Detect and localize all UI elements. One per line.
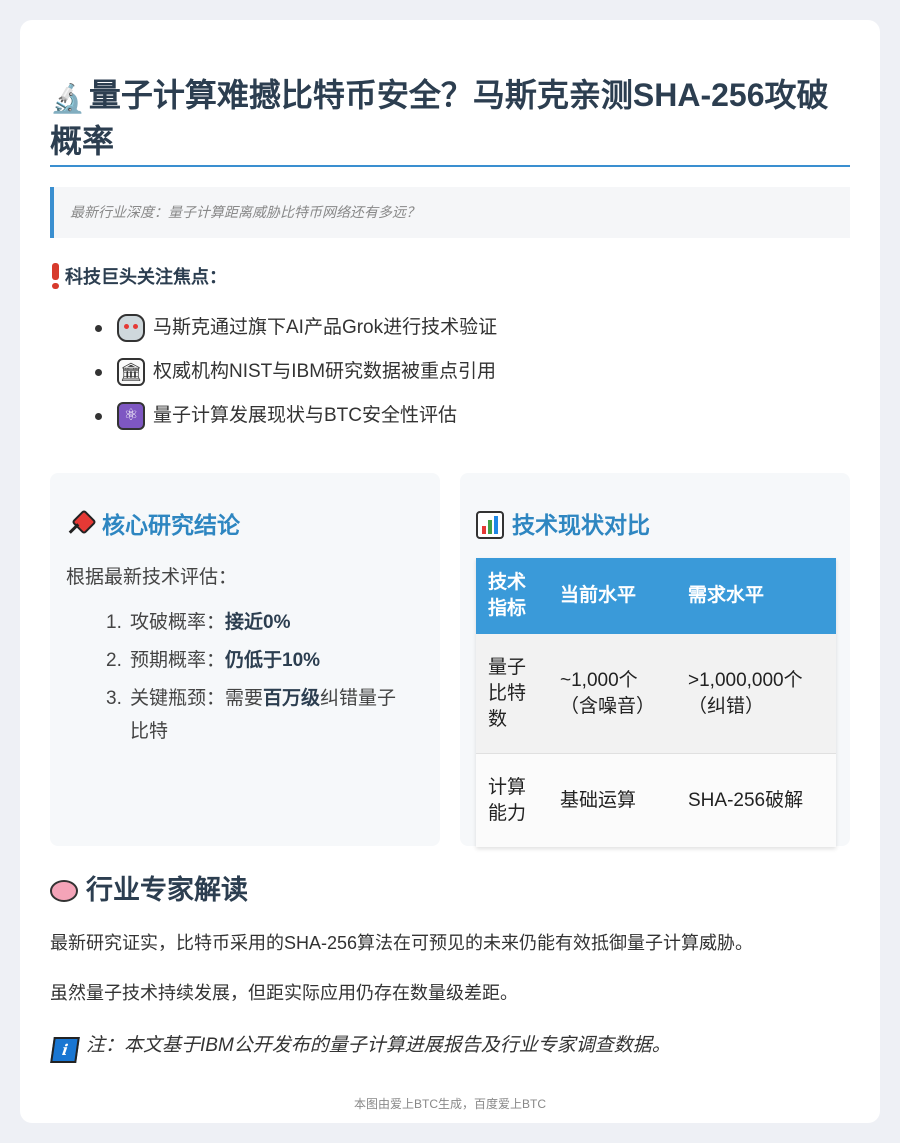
info-icon: i — [50, 1037, 80, 1063]
list-item: 马斯克通过旗下AI产品Grok进行技术验证 — [50, 306, 497, 350]
list-item: 2. 预期概率：仍低于10% — [106, 644, 406, 677]
conclusion-list: 1. 攻破概率：接近0% 2. 预期概率：仍低于10% 3. 关键瓶颈：需要百万级纠错… — [106, 606, 406, 753]
list-item: 🏛 权威机构NIST与IBM研究数据被重点引用 — [50, 350, 496, 394]
list-item: 1. 攻破概率：接近0% — [106, 606, 406, 639]
table-header-row: 技术指标 当前水平 需求水平 — [476, 558, 836, 634]
microscope-icon: 🔬 — [50, 83, 85, 114]
focus-heading-text: 科技巨头关注焦点： — [65, 267, 227, 287]
comparison-heading-text: 技术现状对比 — [512, 512, 650, 538]
table-cell: ~1,000个（含噪音） — [548, 634, 676, 754]
exclamation-icon — [52, 263, 59, 289]
item-label: 关键瓶颈：需要 — [130, 688, 264, 709]
item-highlight: 仍低于10% — [225, 650, 321, 671]
robot-icon — [117, 314, 145, 342]
focus-item-text: 权威机构NIST与IBM研究数据被重点引用 — [153, 361, 497, 382]
list-item: ⚛ 量子计算发展现状与BTC安全性评估 — [50, 394, 457, 438]
page-title-text: 量子计算难撼比特币安全？马斯克亲测SHA-256攻破概率 — [50, 77, 829, 159]
expert-paragraph-1: 最新研究证实，比特币采用的SHA-256算法在可预见的未来仍能有效抵御量子计算威… — [50, 933, 754, 953]
focus-list: 马斯克通过旗下AI产品Grok进行技术验证 🏛 权威机构NIST与IBM研究数据被… — [50, 306, 497, 438]
page-title: 🔬 量子计算难撼比特币安全？马斯克亲测SHA-256攻破概率 — [50, 74, 850, 162]
table-cell: 基础运算 — [548, 753, 676, 847]
column-header: 需求水平 — [676, 558, 836, 634]
item-number: 2. — [106, 650, 122, 671]
source-note-text: 注：本文基于IBM公开发布的量子计算进展报告及行业专家调查数据。 — [86, 1035, 671, 1056]
bar-chart-icon — [476, 511, 504, 539]
table-row: 计算能力 基础运算 SHA-256破解 — [476, 753, 836, 847]
item-highlight: 接近0% — [225, 612, 291, 633]
focus-item-text: 马斯克通过旗下AI产品Grok进行技术验证 — [153, 317, 498, 338]
comparison-table: 技术指标 当前水平 需求水平 量子比特数 ~1,000个（含噪音） >1,000… — [476, 558, 836, 847]
expert-heading: 行业专家解读 — [50, 870, 248, 910]
column-header: 当前水平 — [548, 558, 676, 634]
item-highlight: 百万级 — [263, 688, 321, 709]
atom-icon: ⚛ — [117, 402, 145, 430]
focus-item-text: 量子计算发展现状与BTC安全性评估 — [153, 405, 458, 426]
subtitle-quote: 最新行业深度：量子计算距离威胁比特币网络还有多远？ — [50, 187, 850, 238]
conclusion-heading-text: 核心研究结论 — [102, 512, 240, 538]
table-cell: SHA-256破解 — [676, 753, 836, 847]
article-card: 🔬 量子计算难撼比特币安全？马斯克亲测SHA-256攻破概率 最新行业深度：量子计… — [20, 20, 880, 1123]
expert-paragraph-2: 虽然量子技术持续发展，但距实际应用仍存在数量级差距。 — [50, 983, 518, 1003]
focus-heading: 科技巨头关注焦点： — [50, 263, 227, 291]
source-note: i 注：本文基于IBM公开发布的量子计算进展报告及行业专家调查数据。 — [50, 1030, 671, 1063]
pushpin-icon — [66, 511, 94, 539]
table-cell: 量子比特数 — [476, 634, 548, 754]
table-row: 量子比特数 ~1,000个（含噪音） >1,000,000个（纠错） — [476, 634, 836, 754]
comparison-panel: 技术现状对比 技术指标 当前水平 需求水平 量子比特数 ~1,000个（含噪音）… — [460, 473, 850, 847]
table-cell: >1,000,000个（纠错） — [676, 634, 836, 754]
column-header: 技术指标 — [476, 558, 548, 634]
item-label: 预期概率： — [130, 650, 226, 671]
comparison-heading: 技术现状对比 — [476, 507, 650, 543]
item-label: 攻破概率： — [130, 612, 226, 633]
title-divider — [50, 165, 850, 167]
list-item: 3. 关键瓶颈：需要百万级纠错量子比特 — [106, 682, 406, 748]
conclusion-panel: 核心研究结论 根据最新技术评估： 1. 攻破概率：接近0% 2. 预期概率：仍低于1… — [50, 473, 440, 846]
footer-credit: 本图由爱上BTC生成，百度爱上BTC — [353, 1097, 546, 1111]
table-cell: 计算能力 — [476, 753, 548, 847]
item-number: 3. — [106, 688, 122, 709]
brain-icon — [50, 880, 78, 902]
item-number: 1. — [106, 612, 122, 633]
conclusion-heading: 核心研究结论 — [66, 507, 240, 543]
conclusion-intro: 根据最新技术评估： — [66, 567, 238, 588]
expert-heading-text: 行业专家解读 — [86, 875, 248, 905]
bank-icon: 🏛 — [117, 358, 145, 386]
